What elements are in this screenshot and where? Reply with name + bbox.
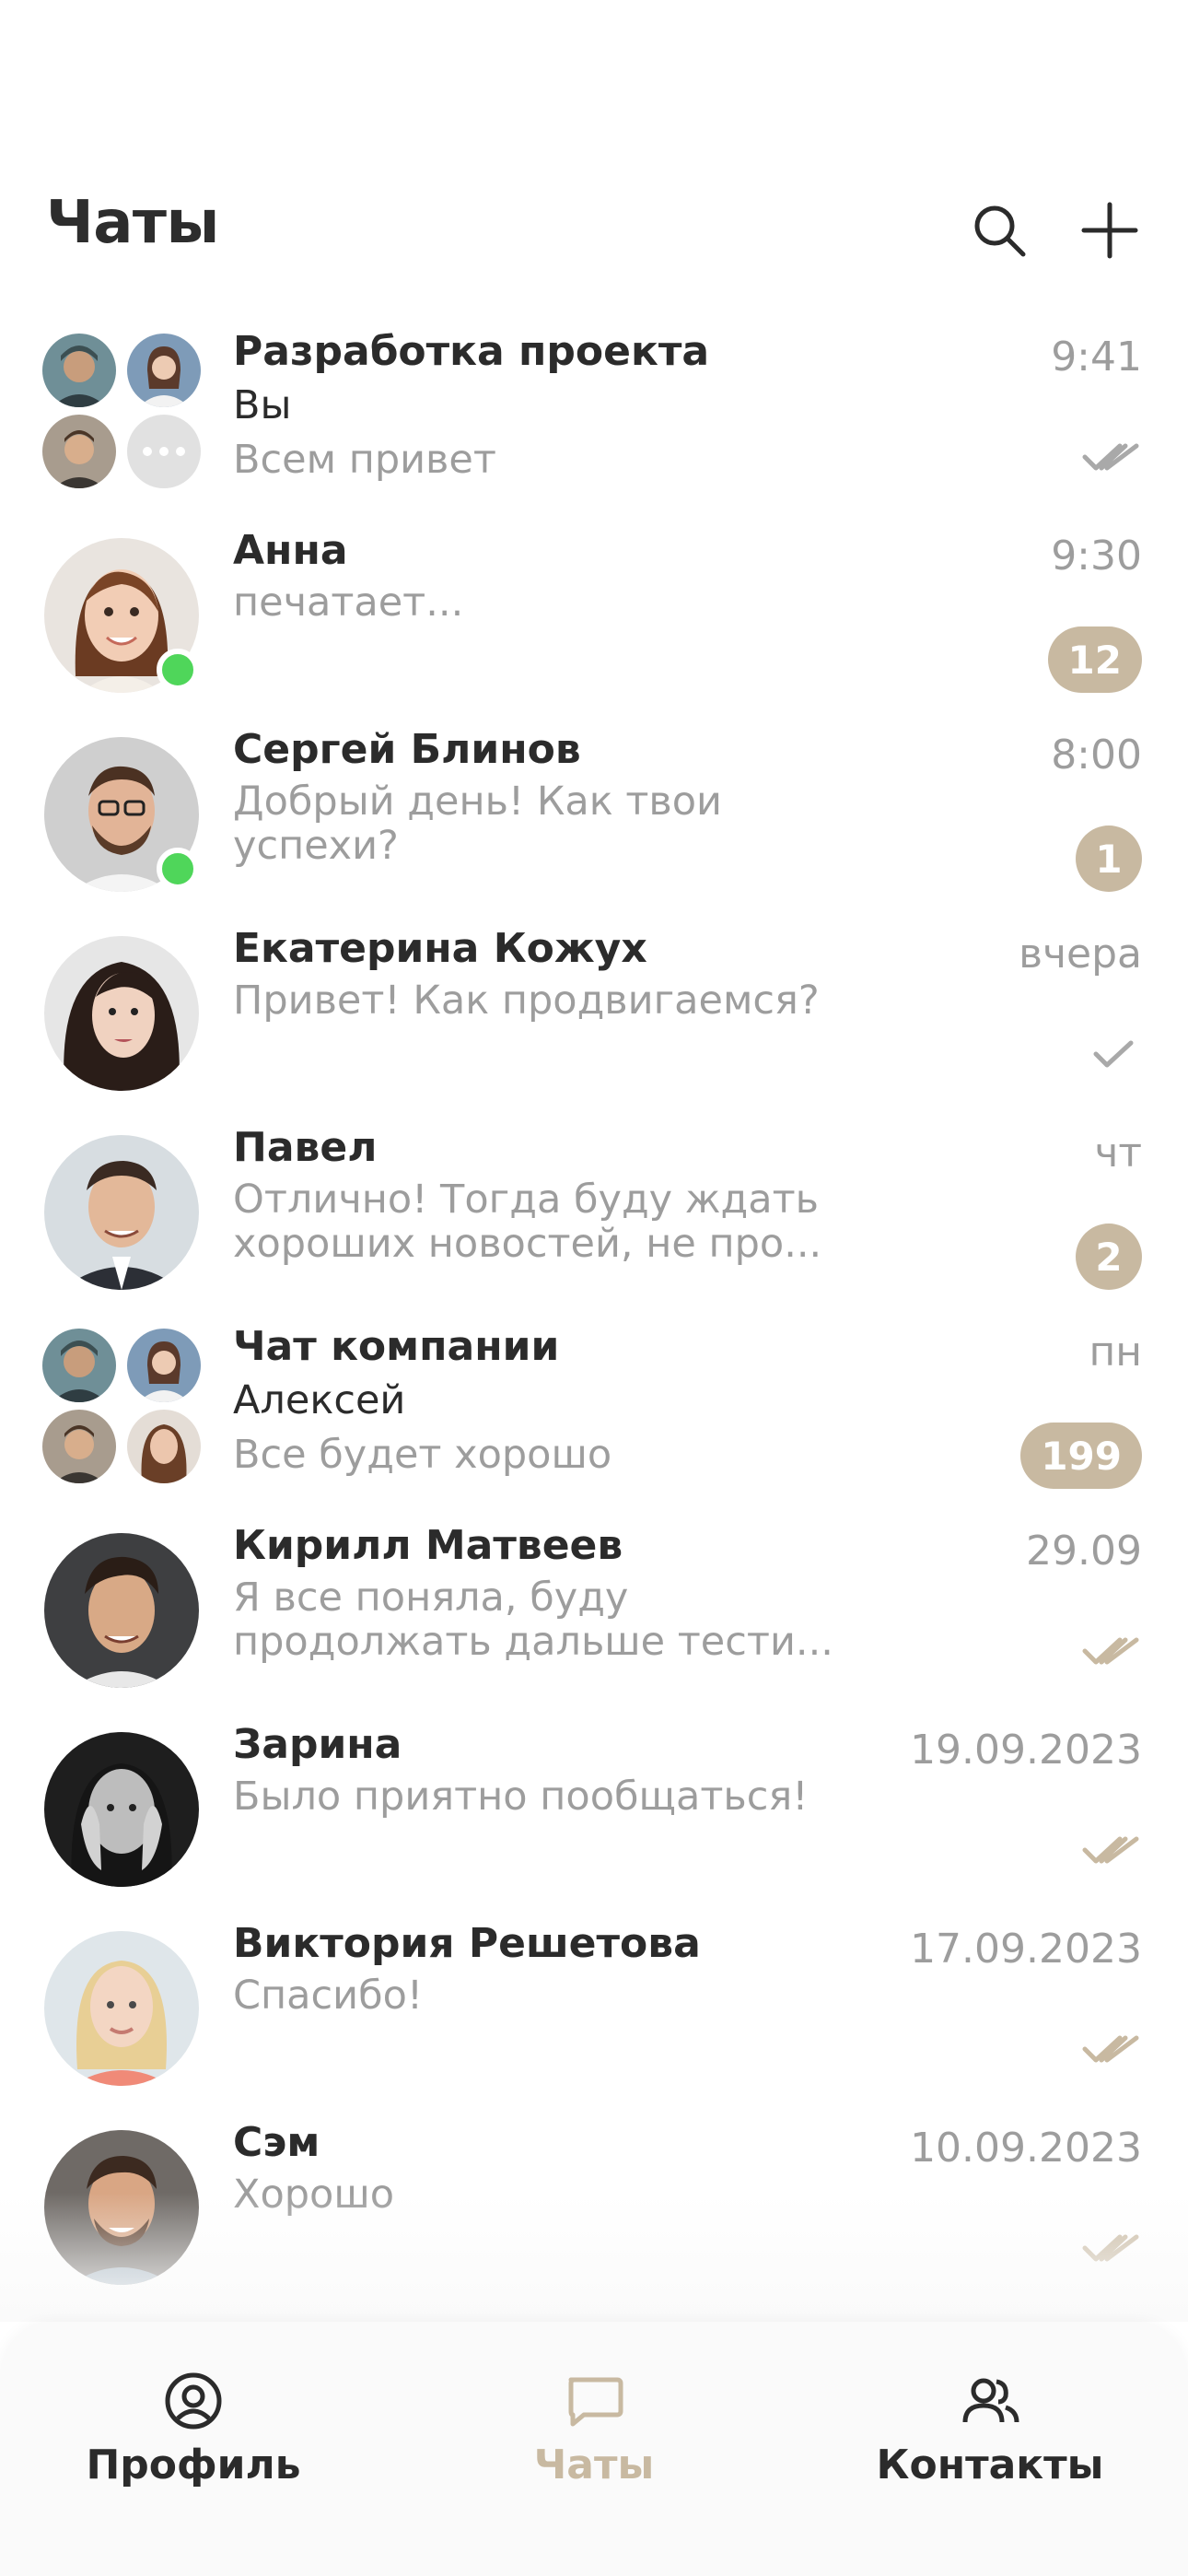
chat-last-message: печатает... (233, 580, 464, 626)
tab-label: Чаты (533, 2441, 655, 2488)
chat-last-message: Все будет хорошо (233, 1432, 612, 1478)
chat-name: Кирилл Матвеев (233, 1522, 623, 1569)
header: Чаты (0, 0, 1188, 313)
page-title: Чаты (46, 189, 219, 257)
chat-item[interactable]: Виктория Решетова Спасибо! 17.09.2023 (0, 1905, 1188, 2104)
chat-sender: Алексей (233, 1377, 406, 1423)
chat-last-message: Спасибо! (233, 1973, 424, 2019)
chat-last-message: Привет! Как продвигаемся? (233, 978, 820, 1024)
group-avatar (42, 1329, 203, 1489)
chat-item[interactable]: Анна печатает... 9:30 12 (0, 512, 1188, 711)
unread-badge: 12 (1047, 626, 1142, 693)
chat-last-message: Добрый день! Как твои успехи? (233, 779, 722, 869)
tab-bar: Профиль Чаты Контакты (0, 2322, 1188, 2576)
chat-item[interactable]: Кирилл Матвеев Я все поняла, буду продол… (0, 1507, 1188, 1706)
avatar (127, 1410, 201, 1483)
double-check-icon (1082, 2035, 1139, 2063)
avatar (42, 415, 116, 488)
avatar (44, 936, 199, 1091)
chat-time: 10.09.2023 (910, 2125, 1142, 2172)
chat-last-message: Отлично! Тогда буду ждать хороших новост… (233, 1177, 822, 1267)
chat-name: Чат компании (233, 1323, 560, 1370)
profile-icon (165, 2372, 222, 2430)
double-check-icon (1082, 443, 1139, 471)
chat-name: Сэм (233, 2119, 320, 2166)
avatar (42, 1329, 116, 1402)
list-fade (0, 2193, 1188, 2322)
chat-name: Екатерина Кожух (233, 925, 647, 972)
tab-label: Контакты (876, 2441, 1104, 2488)
unread-badge: 1 (1076, 825, 1142, 892)
chat-time: 9:41 (1051, 334, 1142, 381)
chat-time: 8:00 (1051, 732, 1142, 779)
online-indicator (157, 848, 199, 890)
chat-time: чт (1094, 1130, 1142, 1177)
avatar (42, 334, 116, 407)
chat-name: Анна (233, 527, 348, 574)
check-icon (1093, 1040, 1134, 1068)
chat-time: пн (1089, 1329, 1142, 1376)
chat-item[interactable]: Зарина Было приятно пообщаться! 19.09.20… (0, 1706, 1188, 1905)
avatar (44, 1732, 199, 1887)
online-indicator (157, 649, 199, 691)
avatar (127, 1329, 201, 1402)
search-button[interactable] (967, 198, 1031, 263)
more-participants-icon (127, 415, 201, 488)
chat-last-message: Было приятно пообщаться! (233, 1774, 809, 1820)
tab-chats[interactable]: Чаты (428, 2368, 760, 2497)
chat-name: Разработка проекта (233, 328, 710, 375)
unread-badge: 2 (1076, 1224, 1142, 1290)
avatar (42, 1410, 116, 1483)
avatar (44, 1533, 199, 1688)
avatar (44, 1931, 199, 2086)
chat-time: 9:30 (1051, 533, 1142, 580)
chat-last-message: Всем привет (233, 437, 496, 483)
chat-item[interactable]: Чат компании Алексей Все будет хорошо пн… (0, 1308, 1188, 1507)
chat-bubble-icon (568, 2377, 623, 2427)
avatar (44, 1135, 199, 1290)
chat-time: 29.09 (1026, 1528, 1142, 1575)
double-check-icon (1082, 1836, 1139, 1864)
tab-contacts[interactable]: Контакты (824, 2368, 1156, 2497)
avatar (127, 334, 201, 407)
unread-badge: 199 (1020, 1423, 1142, 1489)
plus-icon (1081, 202, 1138, 259)
chat-item[interactable]: Павел Отлично! Тогда буду ждать хороших … (0, 1109, 1188, 1308)
new-chat-button[interactable] (1077, 198, 1142, 263)
chat-sender: Вы (233, 382, 292, 428)
chat-item[interactable]: Сергей Блинов Добрый день! Как твои успе… (0, 711, 1188, 910)
chat-name: Виктория Решетова (233, 1920, 701, 1967)
chat-time: вчера (1019, 931, 1142, 978)
search-icon (974, 205, 1026, 257)
chat-time: 19.09.2023 (910, 1727, 1142, 1774)
chat-name: Зарина (233, 1721, 402, 1768)
tab-label: Профиль (86, 2441, 301, 2488)
chat-item[interactable]: Екатерина Кожух Привет! Как продвигаемся… (0, 910, 1188, 1109)
chat-time: 17.09.2023 (910, 1926, 1142, 1973)
chat-last-message: Я все поняла, буду продолжать дальше тес… (233, 1575, 833, 1665)
chat-item[interactable]: Разработка проекта Вы Всем привет 9:41 (0, 313, 1188, 512)
chat-name: Сергей Блинов (233, 726, 581, 773)
contacts-icon (962, 2378, 1019, 2423)
chat-name: Павел (233, 1124, 378, 1171)
tab-profile[interactable]: Профиль (28, 2368, 359, 2497)
double-check-icon (1082, 1637, 1139, 1665)
group-avatar (42, 334, 203, 494)
